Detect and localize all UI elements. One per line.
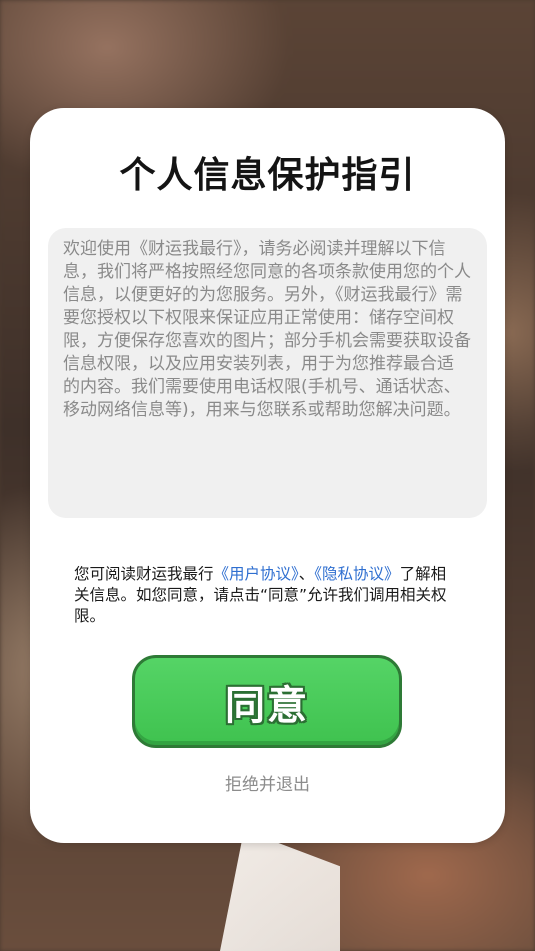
notice-text: 您可阅读财运我最行《用户协议》、《隐私协议》了解相关信息。如您同意，请点击“同意… [74, 564, 454, 627]
notice-prefix: 您可阅读财运我最行 [74, 565, 214, 583]
user-agreement-link[interactable]: 《用户协议》 [214, 565, 299, 583]
content-box[interactable]: 欢迎使用《财运我最行》，请务必阅读并理解以下信息，我们将严格按照经您同意的各项条… [48, 228, 487, 518]
notice-separator: 、 [298, 565, 315, 583]
refuse-exit-link[interactable]: 拒绝并退出 [30, 770, 505, 795]
agree-button[interactable]: 同意 [132, 655, 402, 748]
privacy-agreement-link[interactable]: 《隐私协议》 [314, 565, 399, 583]
agree-button-label: 同意 [225, 682, 309, 729]
content-text: 欢迎使用《财运我最行》，请务必阅读并理解以下信息，我们将严格按照经您同意的各项条… [63, 239, 471, 420]
privacy-dialog: 个人信息保护指引 欢迎使用《财运我最行》，请务必阅读并理解以下信息，我们将严格按… [30, 108, 505, 843]
dialog-title: 个人信息保护指引 [119, 155, 416, 196]
